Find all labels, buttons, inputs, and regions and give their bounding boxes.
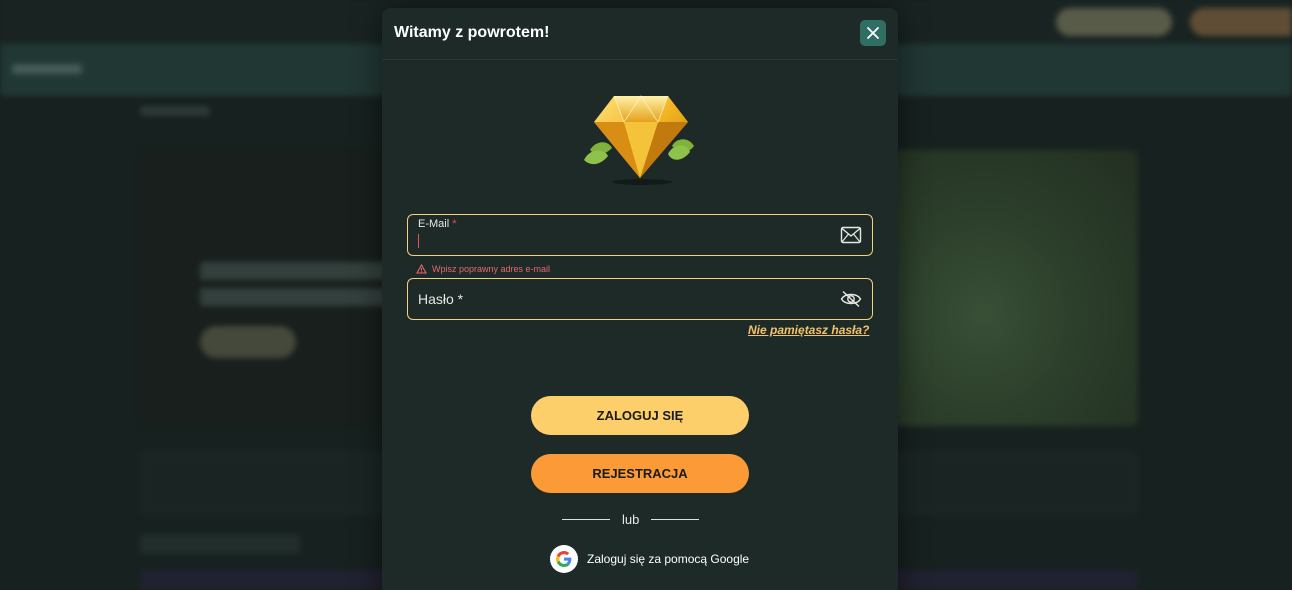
- google-login-button[interactable]: Zaloguj się za pomocą Google: [550, 545, 749, 573]
- close-icon: [867, 27, 879, 39]
- diamond-icon: [584, 95, 694, 185]
- bg-register-pill: [1190, 8, 1292, 36]
- email-field[interactable]: E-Mail *: [407, 214, 873, 256]
- bg-banner-subline: [200, 288, 390, 306]
- email-label: E-Mail *: [418, 218, 457, 230]
- email-error-text: Wpisz poprawny adres e-mail: [432, 264, 551, 274]
- google-icon: [556, 551, 572, 567]
- or-label: lub: [622, 512, 640, 527]
- bg-login-pill: [1056, 8, 1172, 36]
- bg-banner-headline: [200, 262, 390, 280]
- close-button[interactable]: [860, 20, 886, 46]
- password-field[interactable]: Hasło *: [407, 278, 873, 320]
- google-login-label: Zaloguj się za pomocą Google: [587, 552, 750, 566]
- required-mark: *: [452, 218, 457, 230]
- bg-breadcrumb: [140, 106, 210, 116]
- or-divider: lub: [562, 512, 702, 527]
- google-icon-badge: [550, 545, 578, 573]
- forgot-password-link[interactable]: Nie pamiętasz hasła?: [748, 323, 869, 337]
- envelope-icon: [840, 226, 862, 244]
- text-caret: [418, 234, 419, 248]
- password-label: Hasło *: [418, 291, 464, 307]
- email-label-text: E-Mail: [418, 218, 450, 230]
- bg-section-title: [140, 534, 300, 554]
- register-button[interactable]: REJESTRACJA: [531, 454, 749, 493]
- login-button[interactable]: ZALOGUJ SIĘ: [531, 396, 749, 435]
- eye-slash-icon[interactable]: [840, 289, 862, 309]
- login-modal: Witamy z powrotem! E-Mail * Wpisz popraw…: [382, 8, 898, 590]
- bg-banner-image: [880, 150, 1138, 426]
- bg-banner-button: [200, 326, 296, 358]
- email-error: Wpisz poprawny adres e-mail: [416, 264, 550, 274]
- modal-title: Witamy z powrotem!: [394, 24, 550, 41]
- bg-nav-item: [12, 64, 82, 74]
- divider-line-left: [562, 519, 610, 520]
- divider-line-right: [651, 519, 700, 520]
- warning-icon: [416, 264, 427, 274]
- modal-header: Witamy z powrotem!: [382, 8, 898, 60]
